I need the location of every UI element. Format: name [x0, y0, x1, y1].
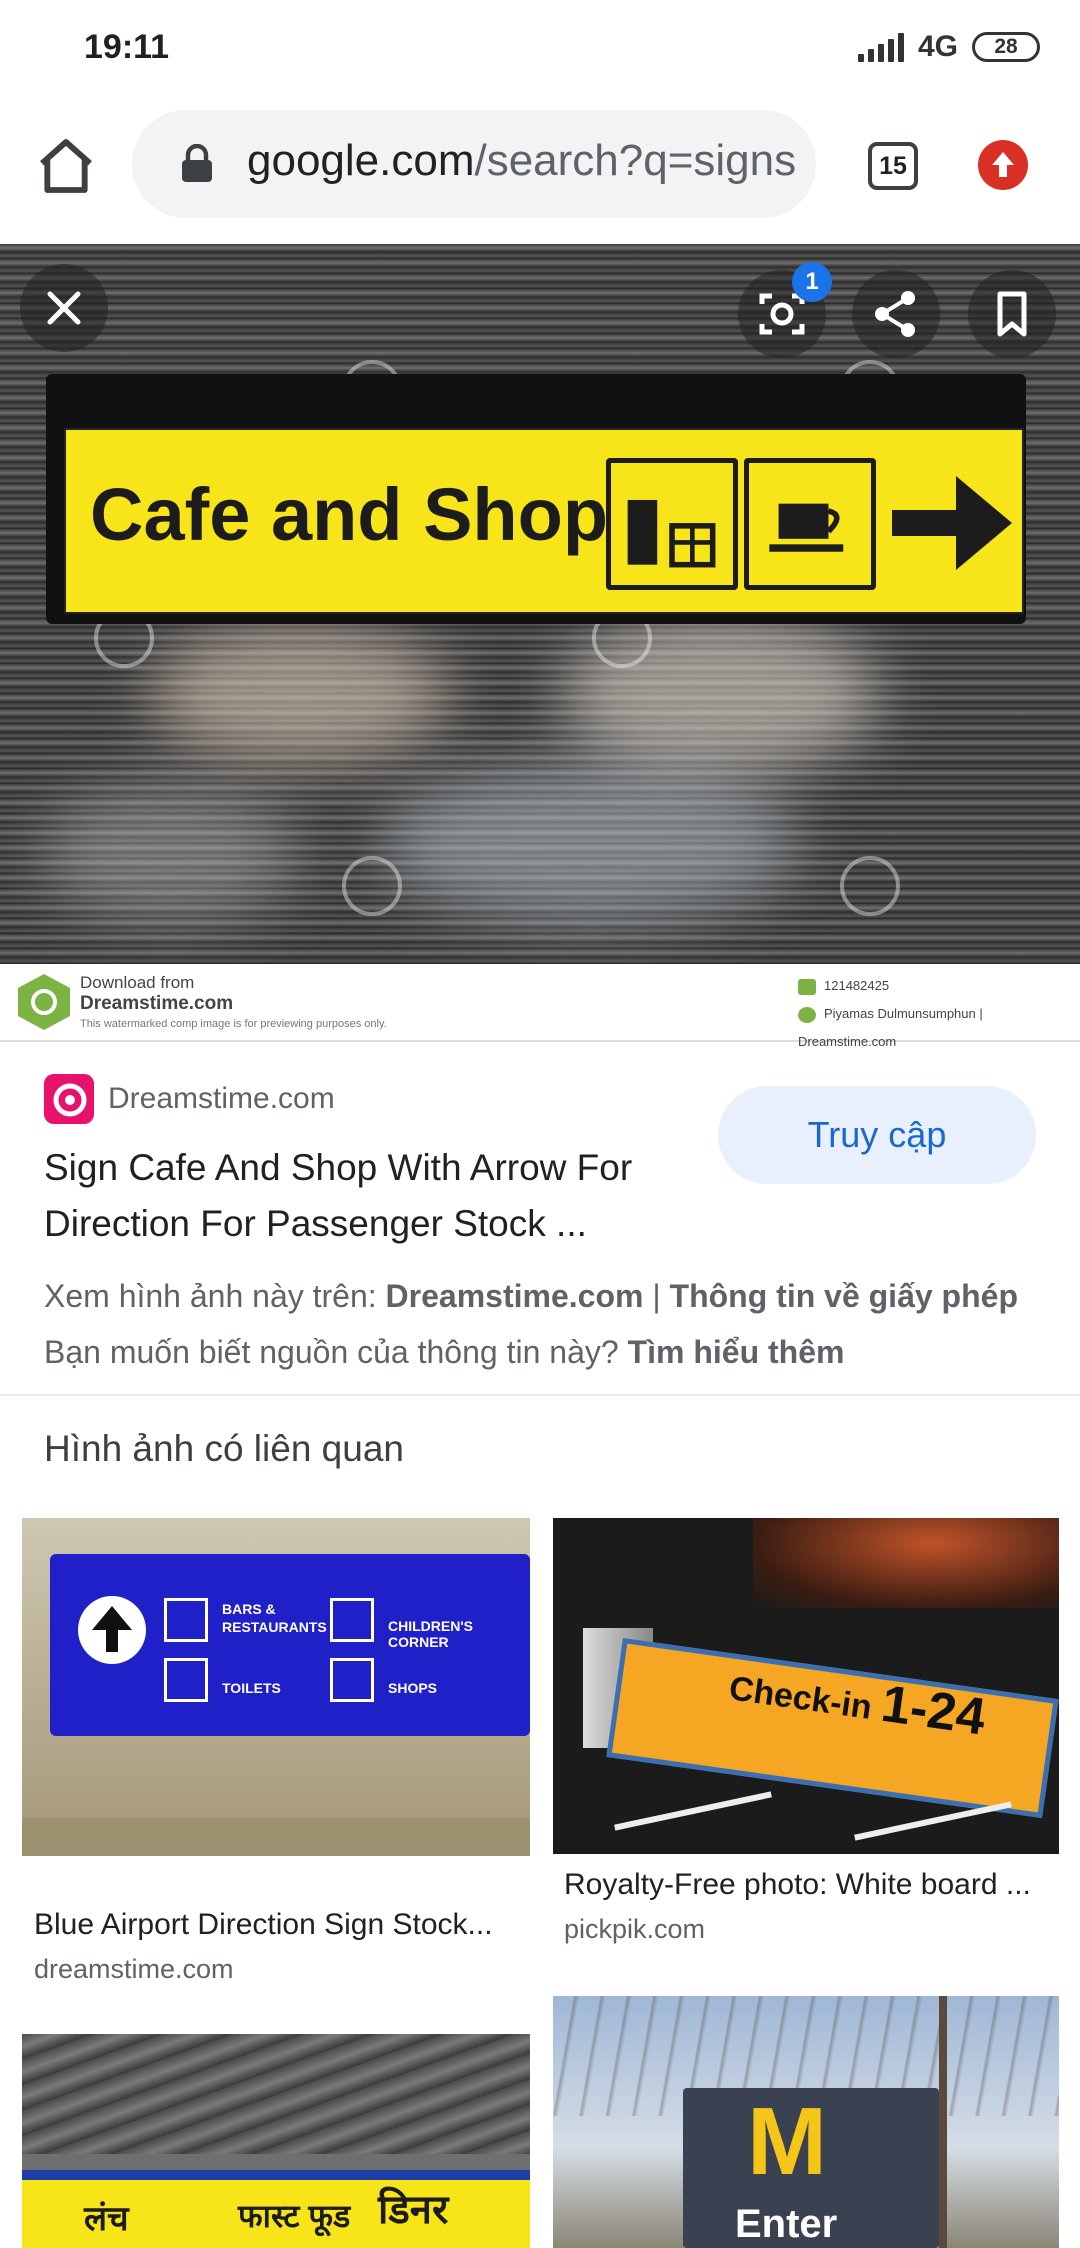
related-thumbnail[interactable]: BARS & RESTAURANTS CHILDREN'S CORNER TOIL… [22, 1518, 530, 1890]
shop-pictogram [606, 458, 738, 590]
watermark-credit: Piyamas Dulmunsumphun | Dreamstime.com [798, 1006, 983, 1049]
related-caption[interactable]: Royalty-Free photo: White board ... [564, 1868, 1052, 1902]
view-site-link[interactable]: Dreamstime.com [386, 1278, 644, 1314]
watermark-icon [342, 856, 402, 916]
learn-more-link[interactable]: Tìm hiểu thêm [628, 1334, 845, 1370]
watermark-line2: Dreamstime.com [80, 993, 234, 1014]
related-source: pickpik.com [564, 1914, 706, 1944]
share-icon[interactable] [852, 270, 940, 358]
watermark-line3: This watermarked comp image is for previ… [80, 1018, 387, 1030]
related-source: dreamstime.com [34, 1954, 234, 1984]
lens-icon[interactable]: 1 [738, 262, 832, 358]
result-description: Xem hình ảnh này trên: Dreamstime.com | … [44, 1278, 1018, 1370]
dreamstime-favicon-icon [44, 1074, 94, 1124]
lock-icon [182, 144, 212, 182]
visit-button[interactable]: Truy cập [718, 1086, 1036, 1184]
status-time: 19:11 [84, 28, 170, 66]
lens-badge: 1 [792, 262, 832, 302]
bookmark-icon[interactable] [968, 270, 1056, 358]
related-thumbnail[interactable]: M Enter [553, 1996, 1059, 2248]
url-bar[interactable]: google.com/search?q=signs [132, 110, 816, 218]
watermark-line1: Download from [80, 973, 195, 992]
result-source[interactable]: Dreamstime.com [44, 1074, 335, 1124]
license-link[interactable]: Thông tin về giấy phép [670, 1278, 1018, 1314]
watermark-id: 121482425 [824, 978, 890, 993]
close-icon[interactable] [20, 264, 108, 352]
dreamstime-logo-icon [18, 974, 70, 1030]
divider [0, 1394, 1080, 1396]
related-thumbnail[interactable]: Check-in 1-24 [553, 1518, 1059, 1854]
sign-text: Cafe and Shop [90, 473, 609, 556]
image-viewer[interactable]: Cafe and Shop 1 [0, 244, 1080, 964]
tabs-count-button[interactable]: 15 [868, 142, 918, 190]
cafe-pictogram [744, 458, 876, 590]
related-caption[interactable]: Blue Airport Direction Sign Stock... [34, 1908, 524, 1942]
related-images-heading: Hình ảnh có liên quan [44, 1428, 404, 1469]
battery-icon: 28 [972, 32, 1040, 62]
cafe-shop-sign: Cafe and Shop [46, 374, 1026, 624]
related-thumbnail[interactable]: लंच फास्ट फूड डिनर [22, 2034, 530, 2248]
watermark-strip: Download from Dreamstime.com This waterm… [0, 964, 1080, 1049]
status-bar: 19:11 4G 28 [0, 0, 1080, 96]
url-text: google.com/search?q=signs [247, 136, 797, 185]
signal-icon [857, 32, 904, 62]
home-icon[interactable] [34, 134, 98, 198]
update-icon[interactable] [978, 140, 1028, 190]
status-icons: 4G 28 [857, 30, 1040, 64]
arrow-right-icon [892, 476, 1012, 570]
watermark-icon [840, 856, 900, 916]
browser-toolbar: google.com/search?q=signs 15 [0, 96, 1080, 244]
source-name: Dreamstime.com [108, 1082, 335, 1115]
arrow-up-icon [78, 1596, 146, 1664]
result-title[interactable]: Sign Cafe And Shop With Arrow For Direct… [44, 1140, 704, 1252]
network-type: 4G [917, 30, 958, 63]
